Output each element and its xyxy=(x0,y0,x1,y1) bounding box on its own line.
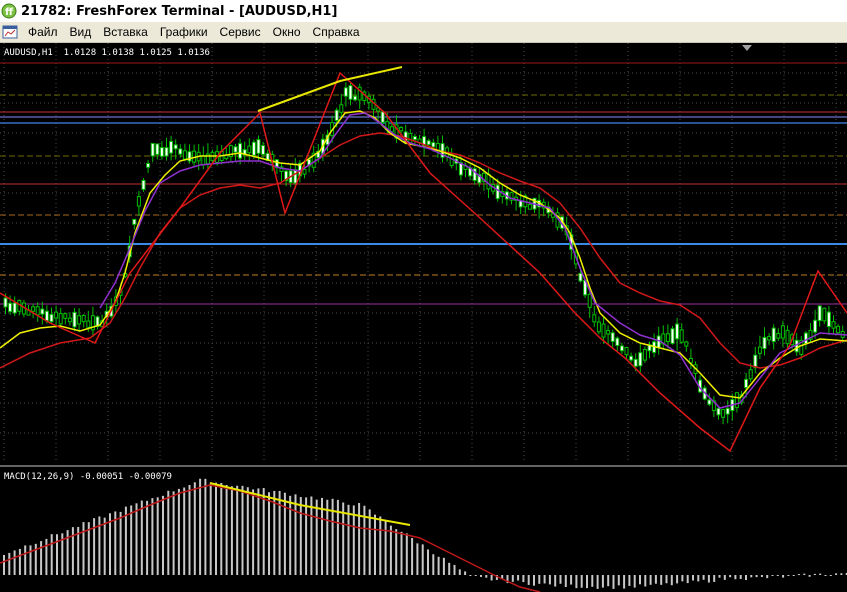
menu-help[interactable]: Справка xyxy=(307,22,366,42)
ma-slow-line xyxy=(0,132,847,369)
menu-charts[interactable]: Графики xyxy=(154,22,214,42)
macd-header: MACD(12,26,9) -0.00051 -0.00079 xyxy=(4,472,172,482)
macd-histogram xyxy=(3,478,847,589)
menu-window[interactable]: Окно xyxy=(267,22,307,42)
app-logo-icon: ff xyxy=(1,3,17,19)
trend-lines xyxy=(0,66,847,453)
title-bar[interactable]: ff 21782: FreshForex Terminal - [AUDUSD,… xyxy=(0,0,847,22)
chart-window-icon[interactable] xyxy=(2,24,18,40)
chart-window[interactable]: AUDUSD,H1 1.0128 1.0138 1.0125 1.0136 MA… xyxy=(0,43,847,592)
price-chart[interactable] xyxy=(0,43,847,592)
chart-symbol-header: AUDUSD,H1 1.0128 1.0138 1.0125 1.0136 xyxy=(4,48,210,58)
menu-insert[interactable]: Вставка xyxy=(97,22,154,42)
macd-divergence-line xyxy=(209,482,411,526)
menu-tools[interactable]: Сервис xyxy=(214,22,267,42)
menu-bar: Файл Вид Вставка Графики Сервис Окно Спр… xyxy=(0,22,847,43)
menu-view[interactable]: Вид xyxy=(64,22,98,42)
menu-file[interactable]: Файл xyxy=(22,22,64,42)
chart-shift-marker[interactable] xyxy=(742,45,752,51)
window-title: 21782: FreshForex Terminal - [AUDUSD,H1] xyxy=(21,3,338,19)
svg-text:ff: ff xyxy=(5,7,14,18)
